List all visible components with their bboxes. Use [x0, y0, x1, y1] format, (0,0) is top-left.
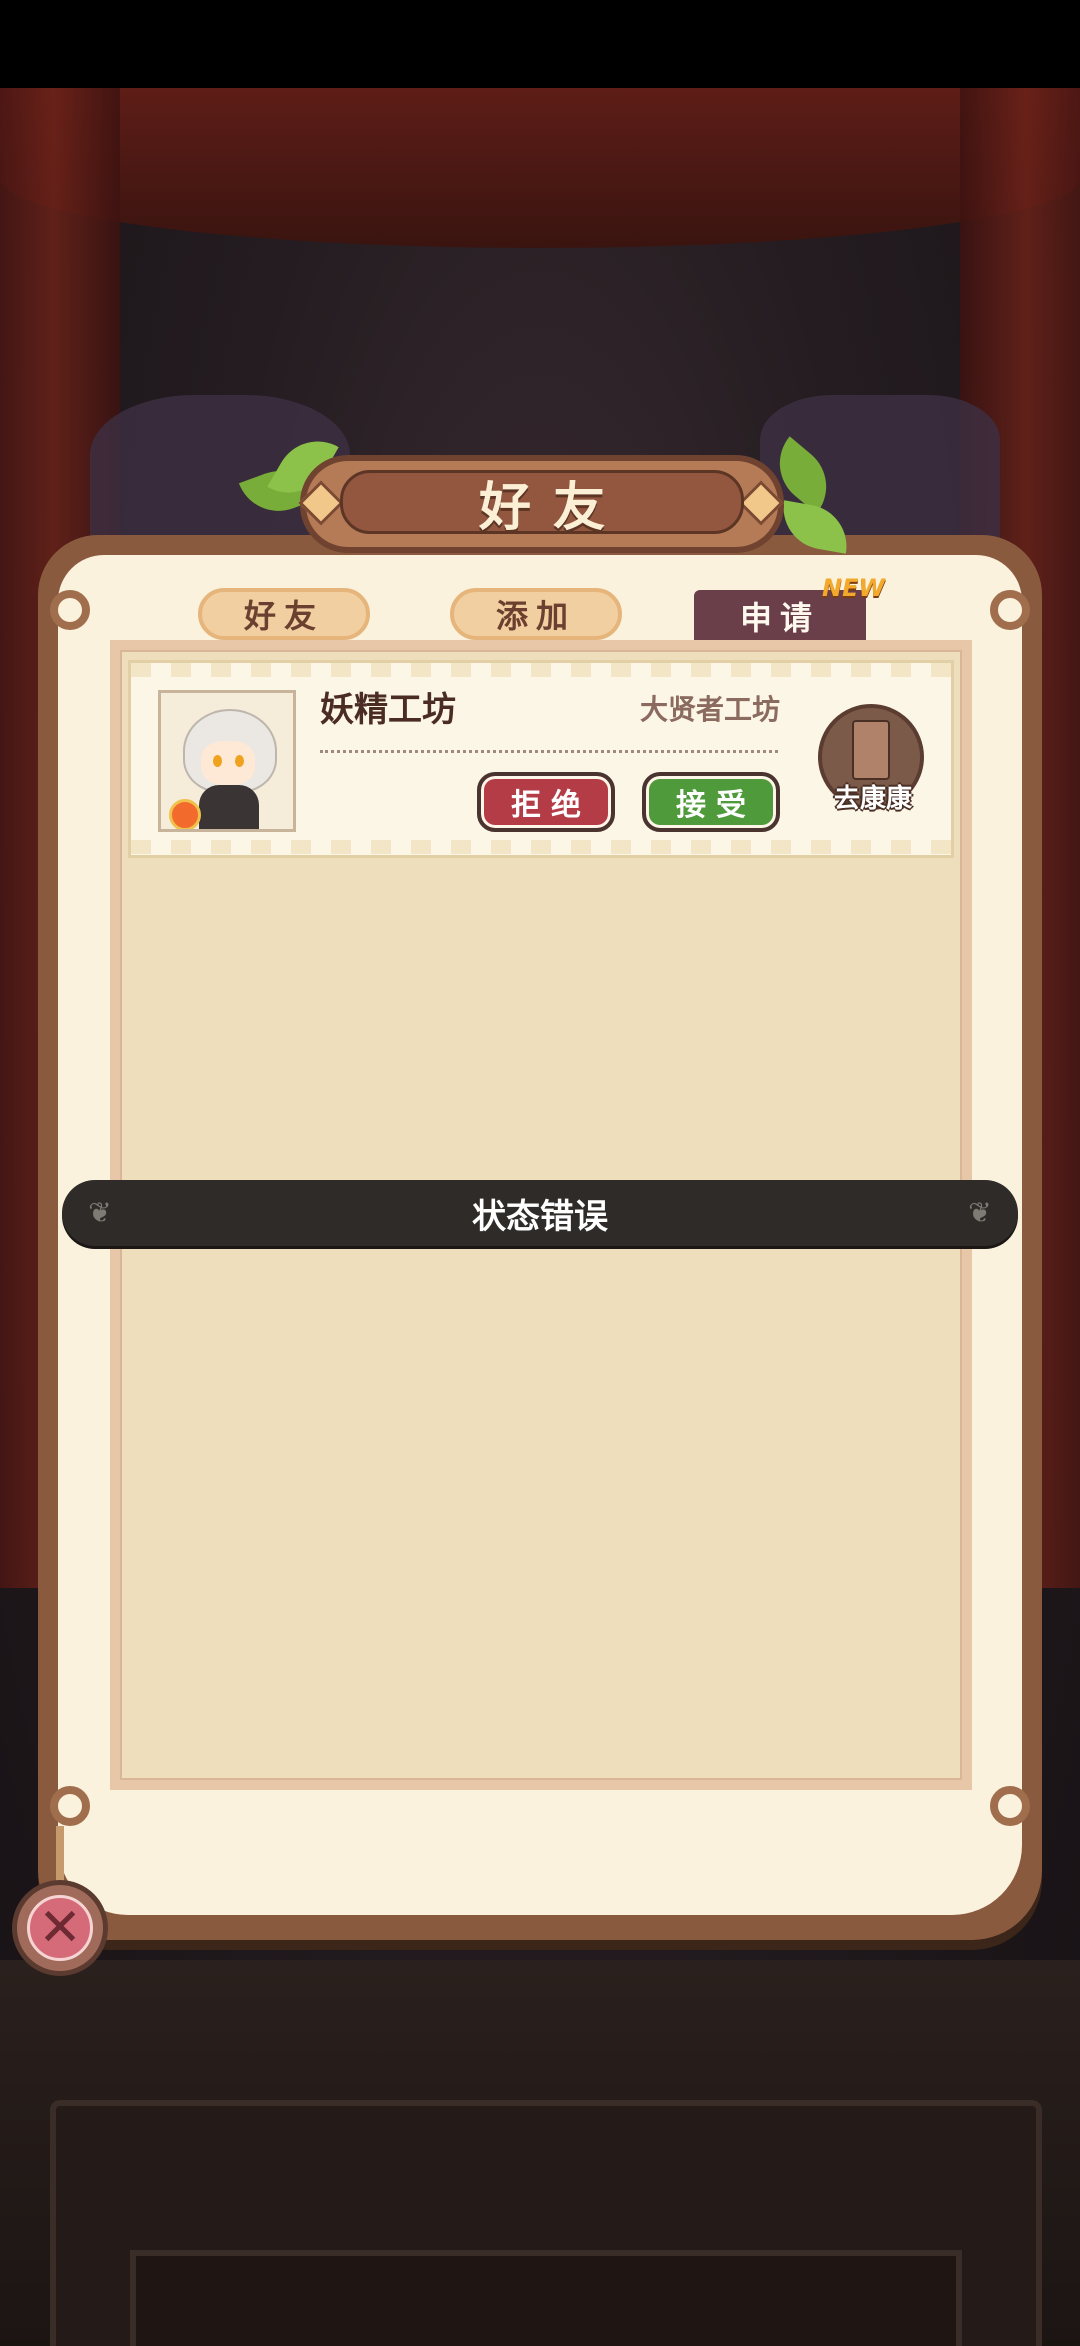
avatar-flame-icon [169, 799, 201, 829]
tab-add[interactable]: 添加 [450, 588, 622, 640]
corner-ornament-bl [50, 1786, 90, 1826]
close-button[interactable]: ✕ [12, 1880, 108, 1976]
accept-button[interactable]: 接受 [642, 772, 780, 832]
corner-ornament-tl [50, 590, 90, 630]
close-icon: ✕ [27, 1895, 93, 1961]
visit-label[interactable]: 去康康 [814, 778, 932, 815]
avatar-face [201, 741, 255, 785]
player-avatar[interactable] [158, 690, 296, 832]
toast-ornament-left-icon: ❦ [88, 1196, 112, 1229]
avatar-body [199, 785, 259, 829]
corner-ornament-br [990, 1786, 1030, 1826]
workshop-name: 大贤者工坊 [639, 693, 780, 726]
card-zigzag-bottom [131, 840, 951, 854]
curtain-top [0, 88, 1080, 248]
player-name: 妖精工坊 [320, 690, 456, 730]
door-icon [852, 720, 890, 780]
avatar-eye [235, 755, 244, 767]
toast-message: 状态错误 [62, 1180, 1018, 1246]
status-bar [0, 0, 1080, 88]
cabinet-drawer-inner [130, 2250, 962, 2346]
card-zigzag-top [131, 663, 951, 677]
dialog-title: 好友 [478, 477, 627, 538]
corner-ornament-tr [990, 590, 1030, 630]
tab-friends[interactable]: 好友 [198, 588, 370, 640]
avatar-eye [213, 755, 222, 767]
title-plaque-inner: 好友 [340, 470, 744, 538]
new-badge: NEW [822, 574, 885, 602]
divider [320, 750, 778, 753]
rope [56, 1826, 64, 1886]
reject-button[interactable]: 拒绝 [477, 772, 615, 832]
toast-ornament-right-icon: ❦ [968, 1196, 992, 1229]
